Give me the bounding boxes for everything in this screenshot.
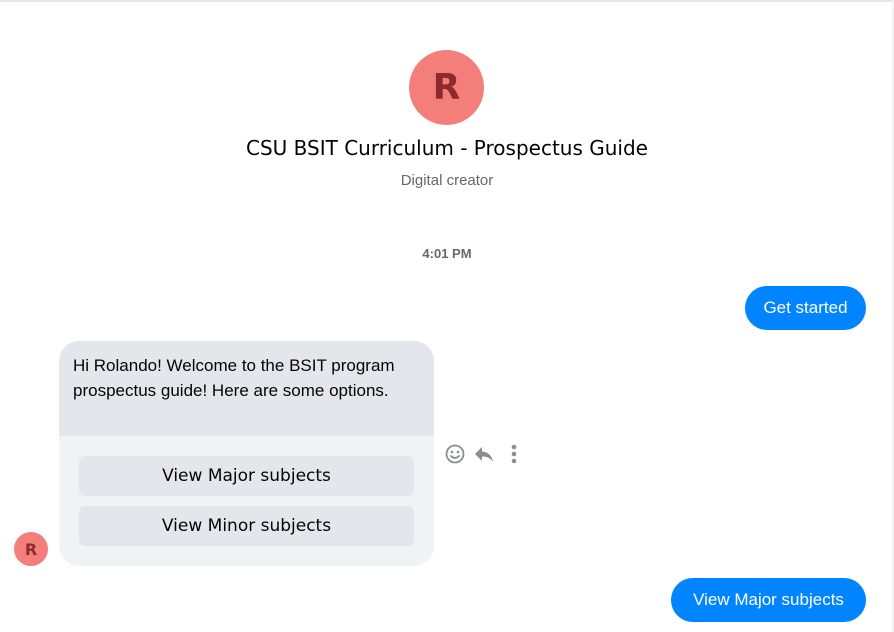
outgoing-message-get-started[interactable]: Get started — [745, 286, 866, 330]
sender-avatar-letter: R — [24, 539, 38, 559]
message-text: Get started — [763, 298, 848, 317]
outgoing-message-view-major[interactable]: View Major subjects — [671, 578, 866, 622]
more-options-icon[interactable] — [503, 443, 524, 465]
message-text: View Major subjects — [693, 590, 844, 609]
reply-icon[interactable] — [473, 443, 495, 465]
profile-avatar[interactable]: R — [409, 50, 484, 125]
message-actions — [444, 442, 524, 466]
view-major-subjects-button[interactable]: View Major subjects — [79, 456, 414, 496]
page-category: Digital creator — [400, 172, 494, 189]
page-title: CSU BSIT Curriculum - Prospectus Guide — [246, 136, 648, 160]
message-text: Hi Rolando! Welcome to the BSIT program … — [73, 356, 395, 400]
top-divider — [0, 0, 894, 2]
emoji-react-icon[interactable] — [444, 443, 465, 465]
view-minor-subjects-button[interactable]: View Minor subjects — [79, 506, 414, 546]
button-label: View Minor subjects — [161, 516, 332, 536]
sender-avatar[interactable]: R — [14, 532, 48, 566]
button-label: View Major subjects — [162, 466, 331, 486]
incoming-message-welcome[interactable]: Hi Rolando! Welcome to the BSIT program … — [59, 341, 434, 436]
profile-avatar-letter: R — [432, 67, 461, 108]
quick-replies-panel: View Major subjects View Minor subjects — [59, 436, 434, 566]
message-timestamp: 4:01 PM — [422, 246, 472, 261]
